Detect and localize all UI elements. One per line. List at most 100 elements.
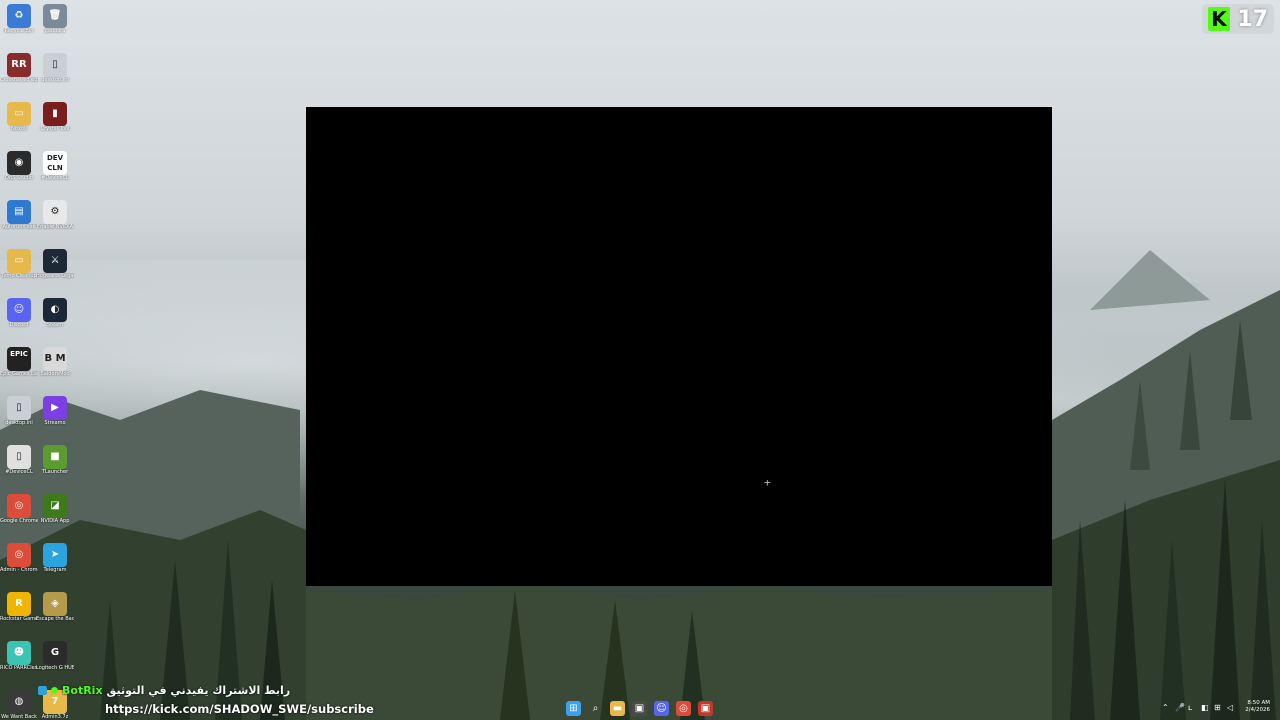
desktop-icon-label: Enable NVIDIA bbox=[36, 224, 73, 230]
search-icon[interactable]: ⌕ bbox=[588, 701, 603, 716]
desktop-icon[interactable]: ▯ desktop.ini bbox=[36, 51, 74, 97]
app-icon: B M bbox=[43, 347, 67, 371]
desktop-icon-label: Google Chrome bbox=[0, 518, 38, 524]
tray-time: 8:50 AM bbox=[1247, 700, 1270, 706]
app-icon: ▤ bbox=[7, 200, 31, 224]
kick-logo-icon: K bbox=[1208, 7, 1230, 31]
black-app-window[interactable]: + bbox=[306, 107, 1052, 586]
desktop-icon-label: Admin - Chrome bbox=[0, 567, 38, 573]
kick-viewer-badge: K 17 bbox=[1202, 4, 1274, 34]
app-icon: ◎ bbox=[7, 494, 31, 518]
desktop-icon-label: NVIDIA App bbox=[40, 518, 70, 524]
tray-display-icon[interactable]: ◧ bbox=[1201, 703, 1209, 712]
desktop-icon-label: Escape the Backrooms bbox=[36, 616, 74, 622]
desktop-icon[interactable]: RRockstar Games ... bbox=[0, 590, 38, 636]
desktop-icon[interactable]: ◎ Google Chrome bbox=[0, 492, 38, 538]
desktop-icon-label: Crosshaired editor bbox=[0, 77, 38, 83]
desktop-icon[interactable]: ▭ Temp Cleanup bbox=[0, 247, 38, 293]
desktop-icon[interactable]: G Logitech G HUB bbox=[36, 639, 74, 685]
desktop-icon-label: #DeviceCL bbox=[41, 175, 69, 181]
desktop-icon-label: BaldersMod bbox=[40, 371, 70, 377]
desktop-icon-label: RICO PARRCless bbox=[0, 665, 38, 671]
desktop-icon[interactable]: DEV CLN #DeviceCL bbox=[36, 149, 74, 195]
start-icon[interactable]: ⊞ bbox=[566, 701, 581, 716]
desktop-icon[interactable]: 🗑 gadoara bbox=[36, 2, 74, 48]
desktop-icon-label: desktop.ini bbox=[41, 77, 69, 83]
viewer-count: 17 bbox=[1237, 6, 1268, 32]
app-icon: R bbox=[7, 592, 31, 616]
desktop-icon[interactable]: B M BaldersMod bbox=[36, 345, 74, 391]
file-explorer-icon[interactable]: ▬ bbox=[610, 701, 625, 716]
tray-clock[interactable]: 8:50 AM 2/4/2026 bbox=[1245, 700, 1270, 714]
desktop-icon[interactable]: RRCrosshaired editor bbox=[0, 51, 38, 97]
app-icon: ⚔ bbox=[43, 249, 67, 273]
desktop-icon-label: Autoruns.exe bbox=[2, 224, 36, 230]
desktop-icon[interactable]: ♻ Recycle Bin bbox=[0, 2, 38, 48]
app-icon: ▶ bbox=[43, 396, 67, 420]
app-icon: ▭ bbox=[7, 102, 31, 126]
app-icon: ◐ bbox=[43, 298, 67, 322]
desktop-icon[interactable]: EPICEpic Games Launcher bbox=[0, 345, 38, 391]
chat-username: BotRix bbox=[62, 683, 103, 697]
tray-overflow-icon[interactable]: ⌃ bbox=[1162, 703, 1169, 712]
desktop-icon[interactable]: ◪ NVIDIA App bbox=[36, 492, 74, 538]
desktop-icon-label: Recycle Bin bbox=[4, 28, 34, 34]
app-icon: ▯ bbox=[7, 445, 31, 469]
desktop-icon[interactable]: ▯ desktop.ini bbox=[0, 394, 38, 440]
desktop[interactable]: ♻Recycle Bin🗑gadoaraRRCrosshaired editor… bbox=[0, 0, 1280, 720]
chat-message-text: رابط الاشتراك يفيدني في التوثيق bbox=[106, 683, 291, 697]
desktop-icon[interactable]: ▯ #DeviceCL bbox=[0, 443, 38, 489]
tray-app-icon[interactable]: ʟ bbox=[1188, 703, 1192, 712]
active-app-icon[interactable]: ▣ bbox=[698, 701, 713, 716]
desktop-icon-label: Logitech G HUB bbox=[36, 665, 74, 671]
store-icon[interactable]: ▣ bbox=[632, 701, 647, 716]
mountain-peak bbox=[1090, 250, 1210, 310]
desktop-icon-label: #DeviceCL bbox=[5, 469, 33, 475]
desktop-icon[interactable]: ◐ Steam bbox=[36, 296, 74, 342]
desktop-icon-label: OBS Studio bbox=[5, 175, 33, 181]
app-icon: ▯ bbox=[43, 53, 67, 77]
desktop-icon-label: Temp Cleanup bbox=[1, 273, 37, 279]
desktop-icon[interactable]: ➤ Telegram bbox=[36, 541, 74, 587]
desktop-icon-label: Discord bbox=[9, 322, 29, 328]
desktop-icon-label: Crystal Tool bbox=[40, 126, 70, 132]
tray-volume-icon[interactable]: ◁ bbox=[1227, 703, 1233, 712]
desktop-icon[interactable]: ▭ Nitkoli bbox=[0, 100, 38, 146]
app-icon: DEV CLN bbox=[43, 151, 67, 175]
desktop-icon-label: desktop.ini bbox=[5, 420, 33, 426]
tray-mic-icon[interactable]: 🎤 bbox=[1175, 703, 1185, 712]
desktop-icon-label: Epic Games Launcher bbox=[0, 371, 38, 377]
discord-icon[interactable]: ☺ bbox=[654, 701, 669, 716]
desktop-icon[interactable]: ▶ Streamo bbox=[36, 394, 74, 440]
app-icon: RR bbox=[7, 53, 31, 77]
desktop-icon[interactable]: ◉ OBS Studio bbox=[0, 149, 38, 195]
app-icon: G bbox=[43, 641, 67, 665]
desktop-icon[interactable]: ◈Escape the Backrooms bbox=[36, 590, 74, 636]
desktop-icon[interactable]: ⚔Hogwarts Legacy bbox=[36, 247, 74, 293]
desktop-icon-label: TLauncher bbox=[41, 469, 69, 475]
app-icon: ▮ bbox=[43, 102, 67, 126]
verified-dot-icon bbox=[51, 686, 58, 694]
desktop-icon[interactable]: ☻ RICO PARRCless bbox=[0, 639, 38, 685]
app-icon: ⚙ bbox=[43, 200, 67, 224]
crosshair-cursor: + bbox=[764, 476, 771, 489]
desktop-icon[interactable]: ⚙ Enable NVIDIA bbox=[36, 198, 74, 244]
app-icon: ☻ bbox=[7, 641, 31, 665]
app-icon: ◈ bbox=[43, 592, 67, 616]
desktop-icon-label: Telegram bbox=[43, 567, 67, 573]
app-icon: ▯ bbox=[7, 396, 31, 420]
desktop-icon[interactable]: ◎ Admin - Chrome bbox=[0, 541, 38, 587]
desktop-icon-label: Streamo bbox=[44, 420, 66, 426]
tray-network-icon[interactable]: ⊞ bbox=[1214, 703, 1221, 712]
desktop-icon[interactable]: ▤ Autoruns.exe bbox=[0, 198, 38, 244]
desktop-icon[interactable]: ▮ Crystal Tool bbox=[36, 100, 74, 146]
desktop-icon-label: Hogwarts Legacy bbox=[36, 273, 74, 279]
desktop-icon-label: Steam bbox=[46, 322, 64, 328]
app-icon: EPIC bbox=[7, 347, 31, 371]
app-icon: ♻ bbox=[7, 4, 31, 28]
desktop-icon[interactable]: ■ TLauncher bbox=[36, 443, 74, 489]
desktop-icon-label: gadoara bbox=[44, 28, 66, 34]
desktop-icon[interactable]: ☺ Discord bbox=[0, 296, 38, 342]
desktop-icon-label: Nitkoli bbox=[11, 126, 27, 132]
chrome-icon[interactable]: ◎ bbox=[676, 701, 691, 716]
